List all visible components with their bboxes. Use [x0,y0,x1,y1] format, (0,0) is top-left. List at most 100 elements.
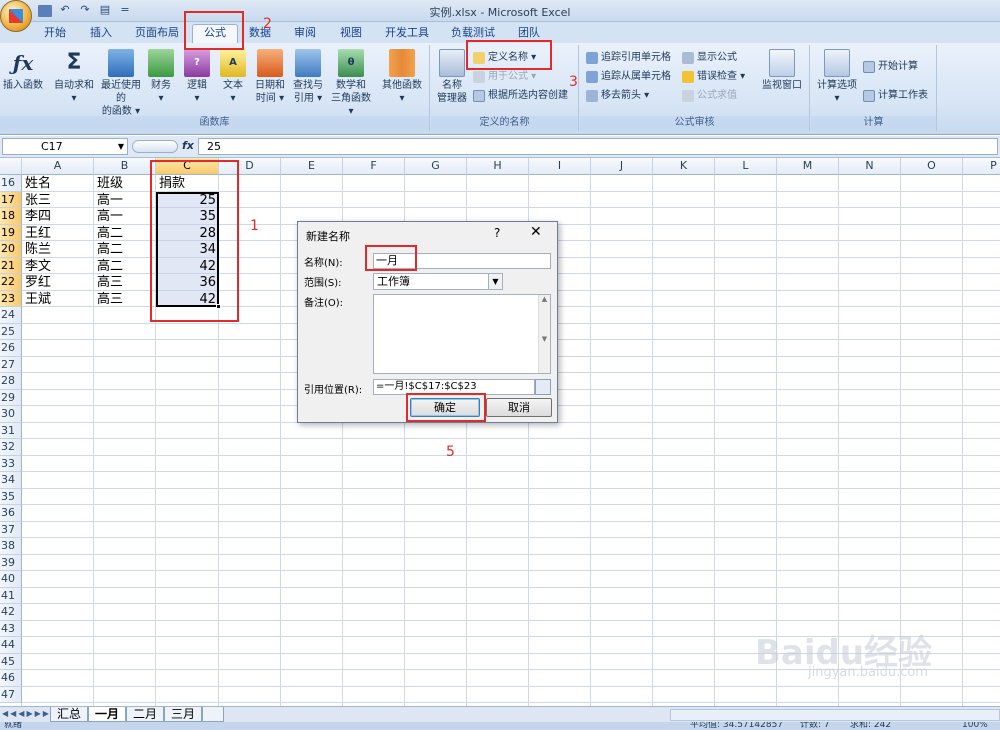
column-header[interactable]: H [467,158,529,175]
sheet-tab[interactable]: 三月 [164,707,203,722]
cell-donation[interactable]: 42 [158,259,218,275]
horizontal-scrollbar[interactable] [670,709,1000,721]
row-header[interactable]: 28 [0,373,22,390]
cell-name[interactable]: 张三 [25,193,51,209]
row-header[interactable]: 36 [0,505,22,522]
cell-name[interactable]: 王红 [25,226,51,242]
watch-window-button[interactable]: 监视窗口 [758,49,806,92]
ok-button[interactable]: 确定 [410,398,480,417]
define-name-button[interactable]: 定义名称 ▾ [473,50,536,66]
row-header[interactable]: 31 [0,422,22,439]
column-header[interactable]: P [963,158,1000,175]
tab-team[interactable]: 团队 [510,25,548,43]
text-button[interactable]: A 文本 ▾ [218,49,248,105]
cell-class[interactable]: 高二 [97,226,123,242]
row-header[interactable]: 43 [0,620,22,637]
row-header[interactable]: 38 [0,538,22,555]
more-functions-button[interactable]: 其他函数 ▾ [378,49,426,105]
column-header[interactable]: N [839,158,901,175]
remove-arrows-button[interactable]: 移去箭头 ▾ [586,88,649,104]
column-header[interactable]: D [219,158,281,175]
cell-header-class[interactable]: 班级 [97,176,123,192]
row-header[interactable]: 45 [0,653,22,670]
ref-input[interactable]: =一月!$C$17:$C$23 [373,379,535,395]
scope-select[interactable]: 工作簿 ▼ [373,273,503,290]
comment-textarea[interactable]: ▲ ▼ [373,294,551,374]
cell-donation[interactable]: 28 [158,226,218,242]
formula-bar-expander[interactable] [132,140,178,153]
row-header[interactable]: 32 [0,439,22,456]
tab-formulas[interactable]: 公式 [192,24,238,44]
use-in-formula-button[interactable]: 用于公式 ▾ [473,69,536,85]
select-all-corner[interactable] [0,158,22,175]
row-header[interactable]: 44 [0,637,22,654]
cell-donation[interactable]: 42 [158,292,218,308]
sheet-nav-icon[interactable]: ◀◀◀▶▶▶ [2,709,51,718]
row-header[interactable]: 41 [0,587,22,604]
comment-scrollbar[interactable]: ▲ ▼ [538,295,550,373]
row-header[interactable]: 34 [0,472,22,489]
chevron-down-icon[interactable]: ▼ [488,274,502,289]
column-header[interactable]: C [156,158,219,175]
column-header[interactable]: I [529,158,591,175]
trace-dependents-button[interactable]: 追踪从属单元格 [586,69,671,85]
tab-review[interactable]: 审阅 [286,25,324,43]
collapse-dialog-icon[interactable] [535,379,551,395]
cell-name[interactable]: 王斌 [25,292,51,308]
cell-header-name[interactable]: 姓名 [25,176,51,192]
column-header[interactable]: G [405,158,467,175]
column-header[interactable]: F [343,158,405,175]
insert-function-icon[interactable]: fx [182,139,194,152]
row-header[interactable]: 47 [0,686,22,703]
create-from-selection-button[interactable]: 根据所选内容创建 [473,88,568,104]
row-header[interactable]: 21 [0,257,22,274]
sheet-tab[interactable]: 汇总 [50,707,89,722]
column-header[interactable]: A [22,158,94,175]
column-header[interactable]: B [94,158,156,175]
cell-class[interactable]: 高一 [97,209,123,225]
cell-donation[interactable]: 25 [158,193,218,209]
error-checking-button[interactable]: 错误检查 ▾ [682,69,745,85]
row-header[interactable]: 19 [0,224,22,241]
calculation-options-button[interactable]: 计算选项 ▾ [813,49,861,105]
close-icon[interactable]: ✕ [530,224,542,240]
row-header[interactable]: 35 [0,488,22,505]
tab-home[interactable]: 开始 [36,25,74,43]
name-box-dropdown-icon[interactable]: ▼ [118,139,124,154]
column-header[interactable]: O [901,158,963,175]
row-header[interactable]: 42 [0,604,22,621]
tab-insert[interactable]: 插入 [82,25,120,43]
cell-class[interactable]: 高二 [97,259,123,275]
calculate-sheet-button[interactable]: 计算工作表 [863,88,928,104]
cancel-button[interactable]: 取消 [486,398,552,417]
row-header[interactable]: 25 [0,323,22,340]
row-header[interactable]: 16 [0,175,22,192]
cell-class[interactable]: 高一 [97,193,123,209]
row-header[interactable]: 26 [0,340,22,357]
row-header[interactable]: 30 [0,406,22,423]
row-header[interactable]: 18 [0,208,22,225]
cell-name[interactable]: 陈兰 [25,242,51,258]
calculate-now-button[interactable]: 开始计算 [863,59,918,75]
row-header[interactable]: 40 [0,571,22,588]
cell-class[interactable]: 高三 [97,275,123,291]
row-header[interactable]: 46 [0,670,22,687]
math-trig-button[interactable]: θ 数学和 三角函数 ▾ [328,49,374,118]
evaluate-formula-button[interactable]: 公式求值 [682,88,737,104]
row-header[interactable]: 20 [0,241,22,258]
logical-button[interactable]: ? 逻辑 ▾ [182,49,212,105]
formula-input[interactable]: 25 [198,138,998,155]
column-header[interactable]: M [777,158,839,175]
row-header[interactable]: 27 [0,356,22,373]
row-header[interactable]: 29 [0,389,22,406]
recently-used-button[interactable]: 最近使用的 的函数 ▾ [98,49,144,118]
row-header[interactable]: 24 [0,307,22,324]
name-manager-button[interactable]: 名称 管理器 [433,49,471,105]
cell-donation[interactable]: 35 [158,209,218,225]
office-button[interactable] [0,0,32,32]
cell-name[interactable]: 李文 [25,259,51,275]
row-header[interactable]: 39 [0,554,22,571]
tab-developer[interactable]: 开发工具 [378,25,436,43]
lookup-reference-button[interactable]: 查找与 引用 ▾ [290,49,326,105]
cell-donation[interactable]: 34 [158,242,218,258]
